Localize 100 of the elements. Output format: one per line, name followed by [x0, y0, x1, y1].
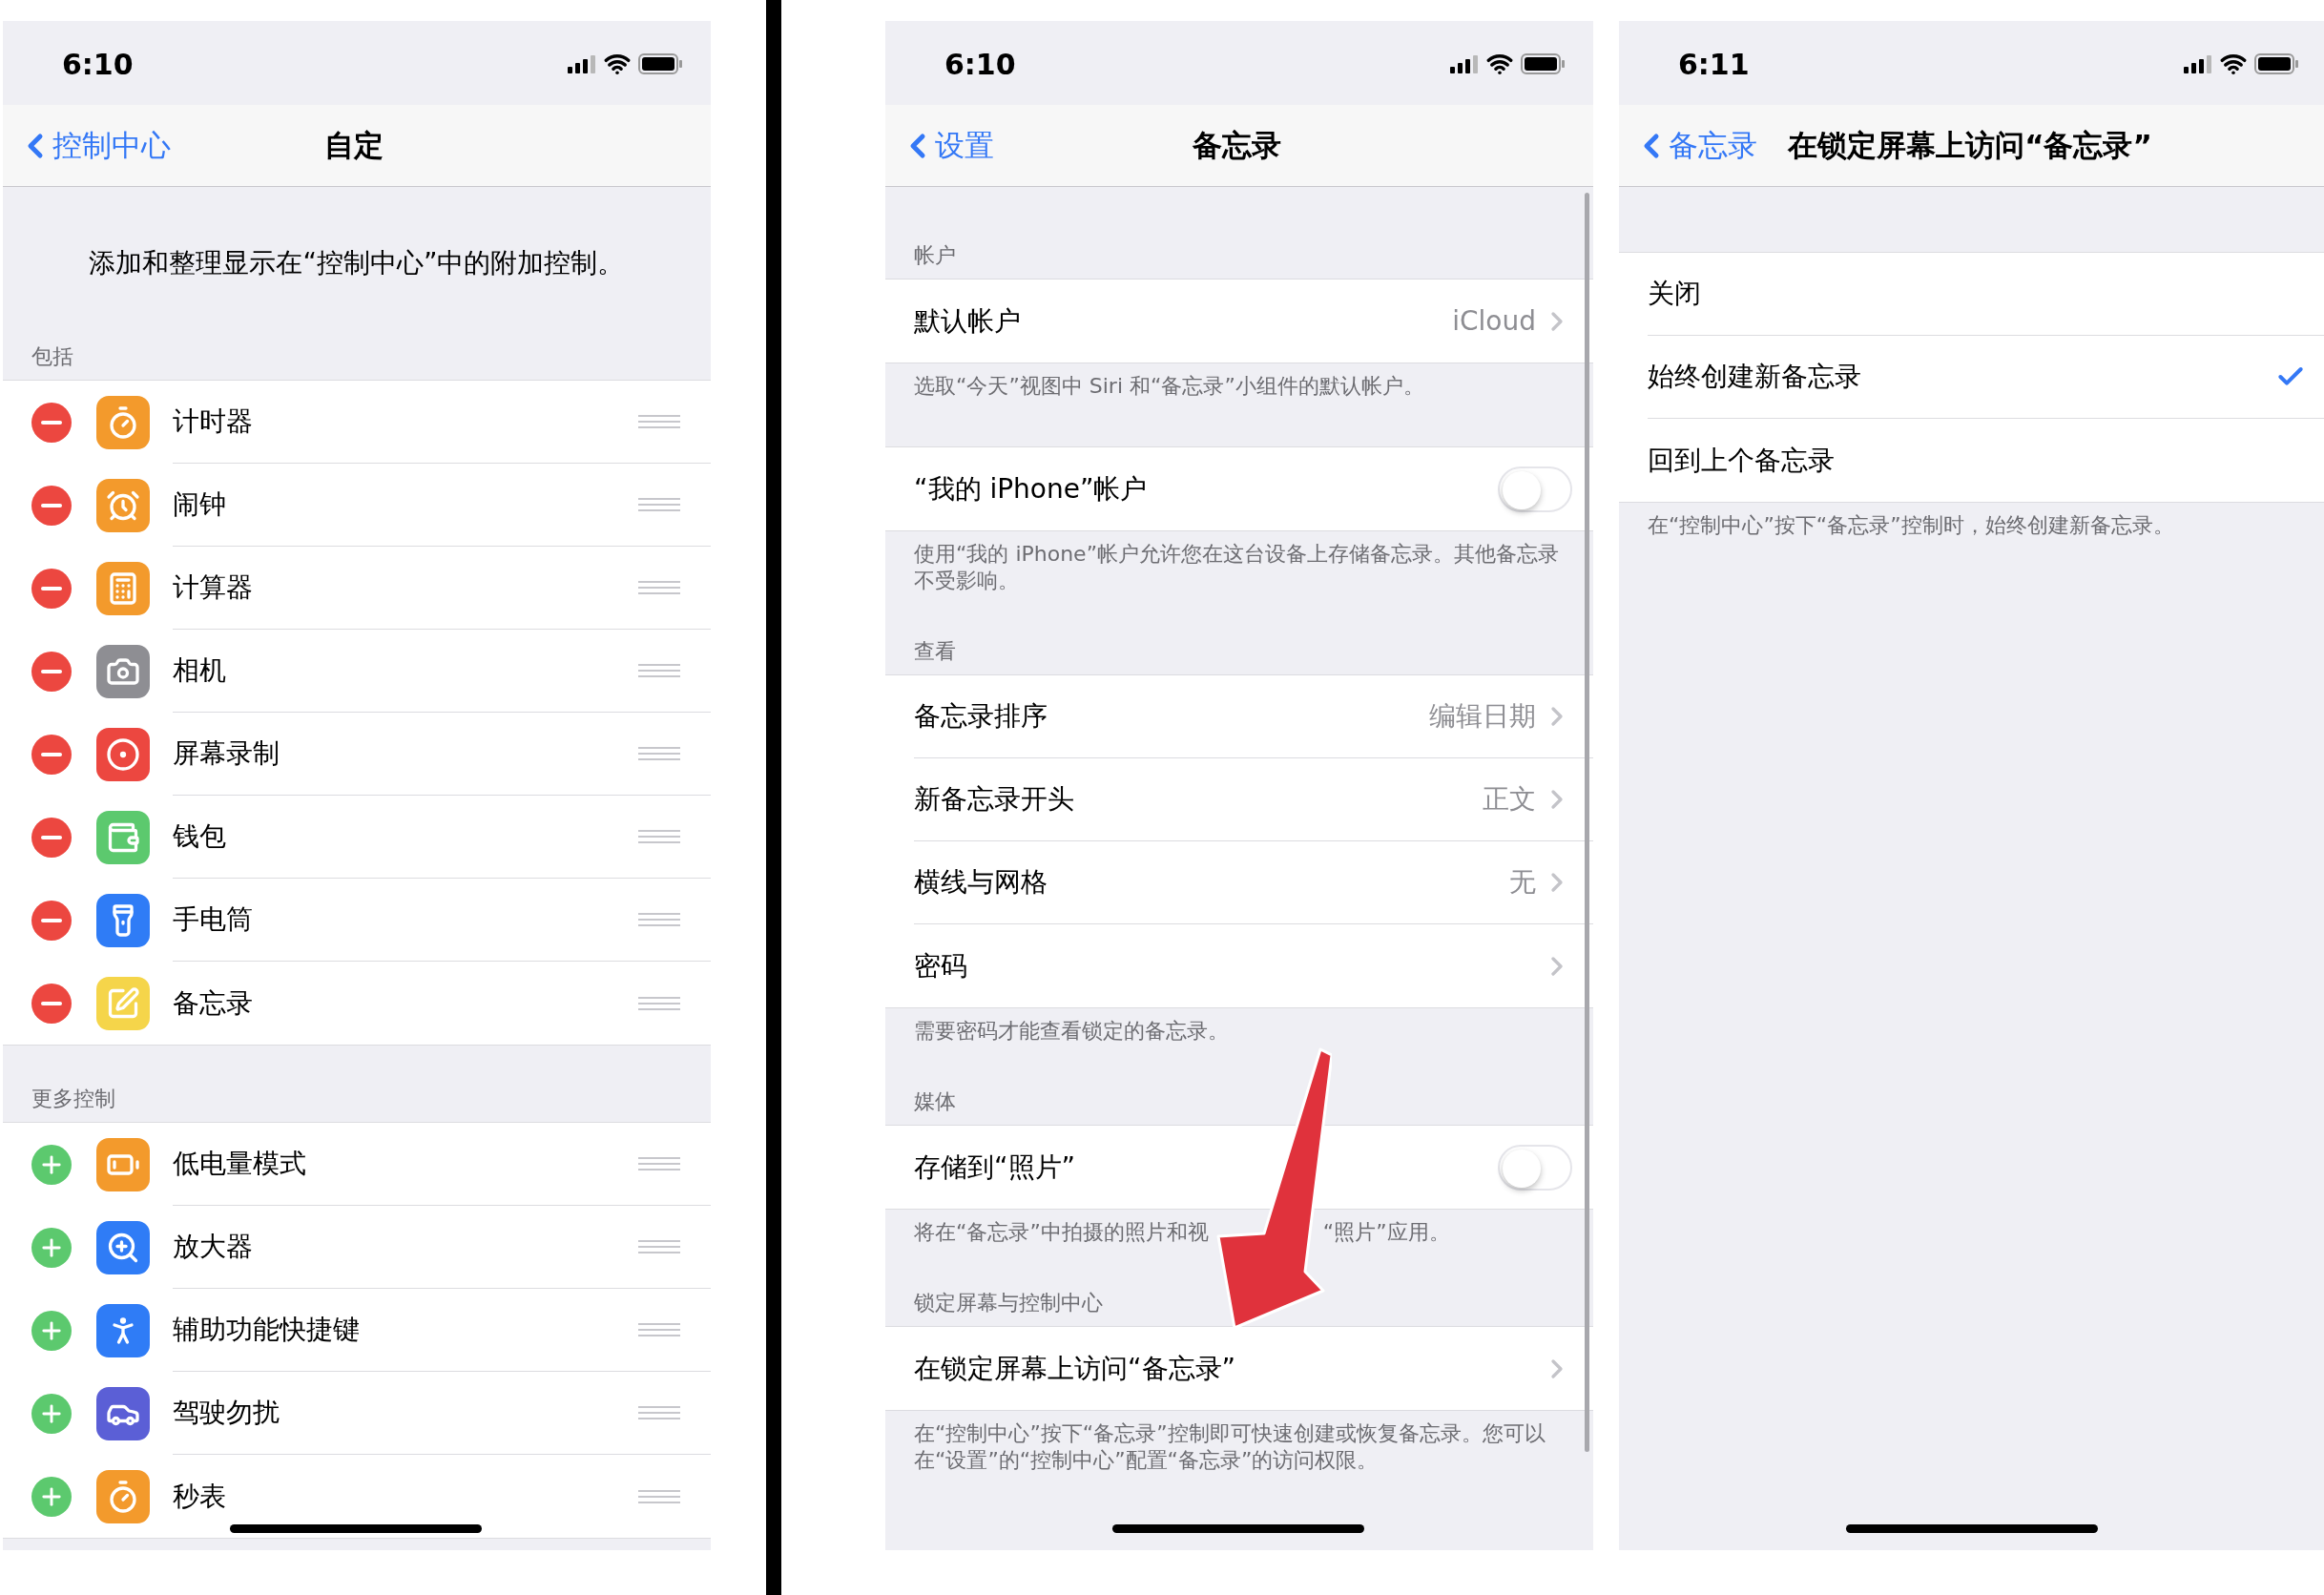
control-label: 低电量模式	[173, 1147, 306, 1181]
section-header: 查看	[914, 638, 956, 665]
drag-handle-icon[interactable]	[638, 581, 680, 594]
note-icon	[106, 985, 140, 1021]
status-time: 6:10	[62, 46, 134, 83]
toggle-switch[interactable]	[1498, 1144, 1572, 1191]
minus-icon	[41, 918, 62, 922]
remove-button[interactable]	[31, 402, 72, 443]
remove-button[interactable]	[31, 651, 72, 692]
minus-icon	[41, 835, 62, 839]
option-row[interactable]: 始终创建新备忘录	[1619, 336, 2324, 419]
control-label: 辅助功能快捷键	[173, 1313, 360, 1347]
remove-button[interactable]	[31, 568, 72, 609]
drag-handle-icon[interactable]	[638, 664, 680, 677]
option-row[interactable]: 关闭	[1619, 253, 2324, 336]
back-button[interactable]: 控制中心	[16, 123, 313, 168]
remove-button[interactable]	[31, 983, 72, 1024]
settings-row[interactable]: 新备忘录开头 正文	[885, 758, 1593, 841]
nav-title: 在锁定屏幕上访问“备忘录”	[1788, 127, 2152, 165]
section-header: 媒体	[914, 1088, 956, 1115]
row-label: 始终创建新备忘录	[1648, 360, 1861, 394]
row-label: 存储到“照片”	[914, 1150, 1075, 1185]
minus-icon	[41, 503, 62, 508]
status-time: 6:10	[944, 46, 1016, 83]
drag-handle-icon[interactable]	[638, 913, 680, 926]
record-icon	[106, 736, 140, 772]
drag-handle-icon[interactable]	[638, 830, 680, 843]
remove-button[interactable]	[31, 485, 72, 526]
row-label: 横线与网格	[914, 865, 1048, 900]
settings-row[interactable]: 在锁定屏幕上访问“备忘录”	[885, 1327, 1593, 1410]
minus-icon	[41, 752, 62, 756]
section-footer: 将在“备忘录”中拍摄的照片和视	[914, 1219, 1209, 1246]
section-footer: 使用“我的 iPhone”帐户允许您在这台设备上存储备忘录。其他备忘录不受影响。	[914, 541, 1567, 594]
add-button[interactable]	[31, 1310, 72, 1351]
row-label: 默认帐户	[914, 303, 1021, 339]
drag-handle-icon[interactable]	[638, 747, 680, 760]
nav-title: 备忘录	[1192, 127, 1281, 165]
add-button[interactable]	[31, 1144, 72, 1185]
control-label: 计算器	[173, 570, 253, 605]
add-button[interactable]	[31, 1476, 72, 1517]
toggle-switch[interactable]	[1498, 466, 1572, 512]
settings-row[interactable]: 默认帐户 iCloud	[885, 280, 1593, 362]
control-label: 秒表	[173, 1479, 226, 1514]
settings-row[interactable]: 横线与网格 无	[885, 841, 1593, 924]
drag-handle-icon[interactable]	[638, 415, 680, 428]
battery-icon	[2254, 53, 2298, 74]
remove-button[interactable]	[31, 900, 72, 941]
section-footer: 选取“今天”视图中 Siri 和“备忘录”小组件的默认帐户。	[914, 373, 1567, 400]
drag-handle-icon[interactable]	[638, 1489, 680, 1503]
signal-icon	[568, 54, 596, 73]
row-label: 在锁定屏幕上访问“备忘录”	[914, 1351, 1235, 1386]
signal-icon	[1450, 54, 1479, 73]
section-header: 包括	[31, 343, 73, 370]
row-label: 回到上个备忘录	[1648, 443, 1835, 478]
battery-icon	[1521, 53, 1565, 74]
control-label: 屏幕录制	[173, 736, 280, 771]
intro-text: 添加和整理显示在“控制中心”中的附加控制。	[89, 246, 625, 280]
drag-handle-icon[interactable]	[638, 1406, 680, 1419]
section-header: 帐户	[914, 242, 956, 269]
drag-handle-icon[interactable]	[638, 1157, 680, 1170]
section-footer: “照片”应用。	[1322, 1219, 1450, 1246]
back-button[interactable]: 设置	[899, 123, 1181, 168]
option-row[interactable]: 回到上个备忘录	[1619, 419, 2324, 502]
row-label: 密码	[914, 948, 967, 984]
status-time: 6:11	[1678, 46, 1750, 83]
control-label: 相机	[173, 653, 226, 688]
row-value: 编辑日期	[1429, 699, 1536, 734]
section-footer: 在“控制中心”按下“备忘录”控制时，始终创建新备忘录。	[1648, 512, 2300, 539]
section-footer: 需要密码才能查看锁定的备忘录。	[914, 1018, 1567, 1045]
row-value: iCloud	[1452, 303, 1536, 339]
control-label: 放大器	[173, 1230, 253, 1264]
row-label: 关闭	[1648, 277, 1701, 311]
drag-handle-icon[interactable]	[638, 996, 680, 1010]
control-label: 备忘录	[173, 985, 253, 1021]
settings-row[interactable]: 备忘录排序 编辑日期	[885, 675, 1593, 758]
section-header: 锁定屏幕与控制中心	[914, 1290, 1103, 1316]
remove-button[interactable]	[31, 817, 72, 858]
row-label: 新备忘录开头	[914, 782, 1074, 817]
add-button[interactable]	[31, 1393, 72, 1434]
control-label: 手电筒	[173, 902, 253, 937]
minus-icon	[41, 1001, 62, 1005]
row-value: 无	[1509, 865, 1536, 900]
drag-handle-icon[interactable]	[638, 1323, 680, 1336]
drag-handle-icon[interactable]	[638, 1240, 680, 1253]
back-button[interactable]: 备忘录	[1632, 123, 1777, 168]
add-button[interactable]	[31, 1227, 72, 1268]
nav-title: 自定	[324, 127, 384, 165]
remove-button[interactable]	[31, 734, 72, 775]
minus-icon	[41, 669, 62, 673]
row-label: “我的 iPhone”帐户	[914, 471, 1148, 507]
drag-handle-icon[interactable]	[638, 498, 680, 511]
section-header: 更多控制	[31, 1086, 115, 1112]
settings-row[interactable]: 密码	[885, 924, 1593, 1007]
control-label: 钱包	[173, 819, 226, 854]
row-value: 正文	[1483, 782, 1536, 817]
row-label: 备忘录排序	[914, 699, 1048, 734]
control-label: 闹钟	[173, 487, 226, 522]
minus-icon	[41, 420, 62, 425]
section-footer: 在“控制中心”按下“备忘录”控制即可快速创建或恢复备忘录。您可以在“设置”的“控制中心”配置“备忘录”的访问权限。	[914, 1420, 1567, 1474]
control-label: 计时器	[173, 404, 253, 439]
